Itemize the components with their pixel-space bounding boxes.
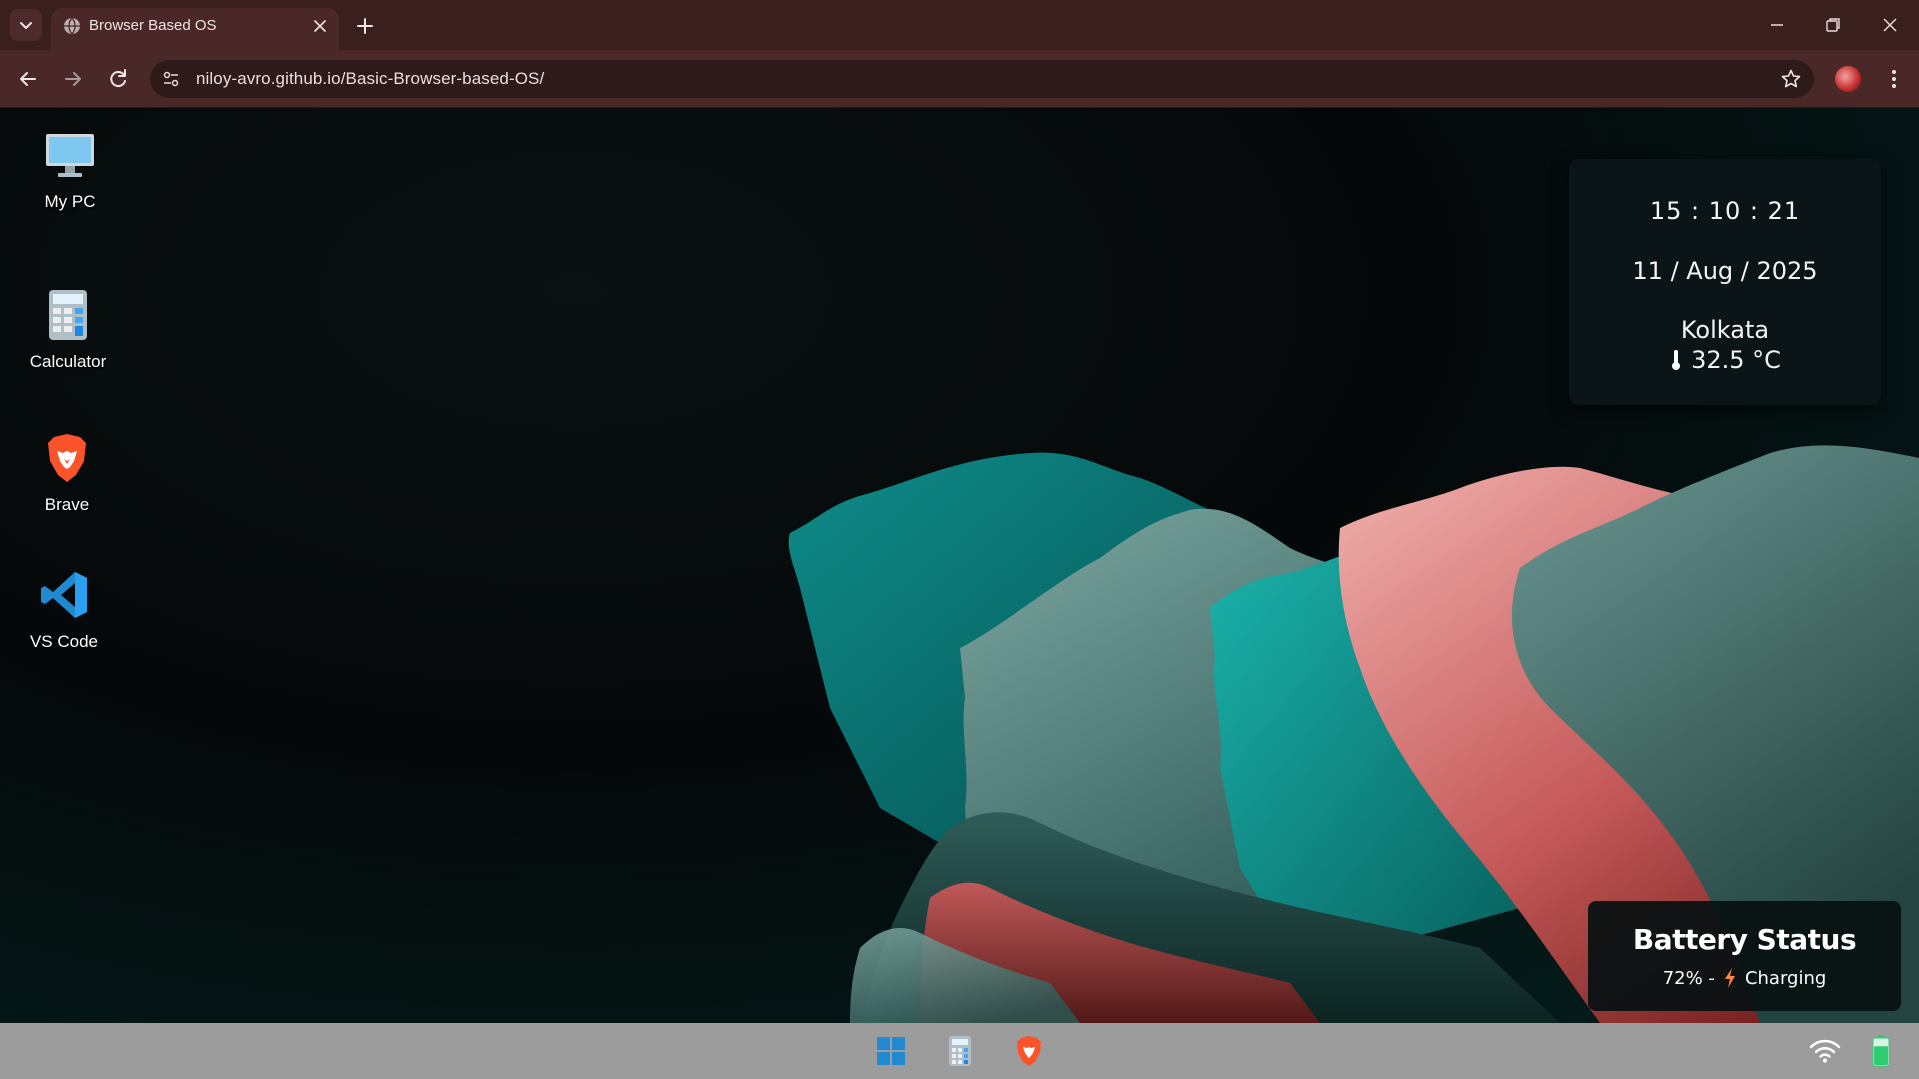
desktop-icon-my-pc[interactable]: My PC [15, 128, 125, 212]
brave-lion-icon [48, 434, 86, 482]
tab-title: Browser Based OS [89, 17, 217, 34]
desktop-icon-label: My PC [44, 192, 96, 211]
lightning-bolt-icon [1724, 968, 1735, 988]
minimize-icon[interactable] [1764, 12, 1790, 38]
desktop-icon-label: Calculator [29, 352, 107, 371]
clock-date: 11 / Aug / 2025 [1632, 257, 1818, 285]
battery-state: Charging [1744, 967, 1827, 989]
tab-search-button[interactable] [10, 9, 42, 41]
forward-arrow-icon[interactable] [58, 64, 88, 94]
vscode-icon [41, 572, 87, 618]
address-bar[interactable]: niloy-avro.github.io/Basic-Browser-based… [150, 60, 1814, 98]
desktop-icon-label: Brave [44, 495, 90, 514]
clock-weather-widget: 15 : 10 : 21 11 / Aug / 2025 Kolkata 32.… [1569, 159, 1881, 405]
new-tab-icon[interactable] [352, 13, 378, 39]
profile-avatar[interactable] [1835, 66, 1861, 92]
site-info-icon[interactable] [160, 68, 182, 90]
star-icon[interactable] [1780, 68, 1802, 90]
globe-icon [64, 17, 80, 35]
desktop-icon-vs-code[interactable]: VS Code [9, 568, 119, 652]
browser-tab-active[interactable]: Browser Based OS [51, 8, 339, 50]
calculator-icon [49, 290, 87, 340]
desktop-icon-brave[interactable]: Brave [12, 431, 122, 515]
taskbar [0, 1023, 1919, 1079]
monitor-icon [46, 134, 94, 177]
chevron-down-icon [20, 22, 32, 29]
wifi-icon[interactable] [1809, 1038, 1841, 1064]
browser-toolbar: niloy-avro.github.io/Basic-Browser-based… [0, 50, 1919, 108]
close-window-icon[interactable] [1877, 12, 1903, 38]
battery-percent: 72% - [1662, 967, 1715, 989]
restore-icon[interactable] [1820, 12, 1846, 38]
battery-status-row: 72% - Charging [1588, 967, 1901, 989]
thermometer-icon [1672, 350, 1681, 370]
calculator-icon[interactable] [943, 1034, 977, 1068]
brave-lion-icon[interactable] [1012, 1034, 1046, 1068]
desktop[interactable]: My PC Calculator Brave VS Code 15 : 10 :… [0, 108, 1919, 1023]
clock-time: 15 : 10 : 21 [1649, 197, 1801, 225]
desktop-icon-calculator[interactable]: Calculator [13, 288, 123, 372]
battery-status-widget: Battery Status 72% - Charging [1588, 901, 1901, 1011]
back-arrow-icon[interactable] [13, 64, 43, 94]
weather-city: Kolkata [1680, 316, 1770, 344]
browser-tab-bar: Browser Based OS [0, 0, 1919, 50]
desktop-icon-label: VS Code [29, 632, 99, 651]
battery-title: Battery Status [1632, 923, 1857, 956]
battery-icon[interactable] [1872, 1035, 1890, 1067]
close-icon[interactable] [311, 17, 329, 35]
weather-temperature: 32.5 °C [1691, 346, 1781, 374]
windows-start-icon[interactable] [874, 1034, 908, 1068]
reload-icon[interactable] [103, 64, 133, 94]
url-text[interactable]: niloy-avro.github.io/Basic-Browser-based… [196, 69, 544, 89]
kebab-menu-icon[interactable] [1880, 65, 1908, 93]
weather-temperature-row: 32.5 °C [1569, 346, 1881, 374]
